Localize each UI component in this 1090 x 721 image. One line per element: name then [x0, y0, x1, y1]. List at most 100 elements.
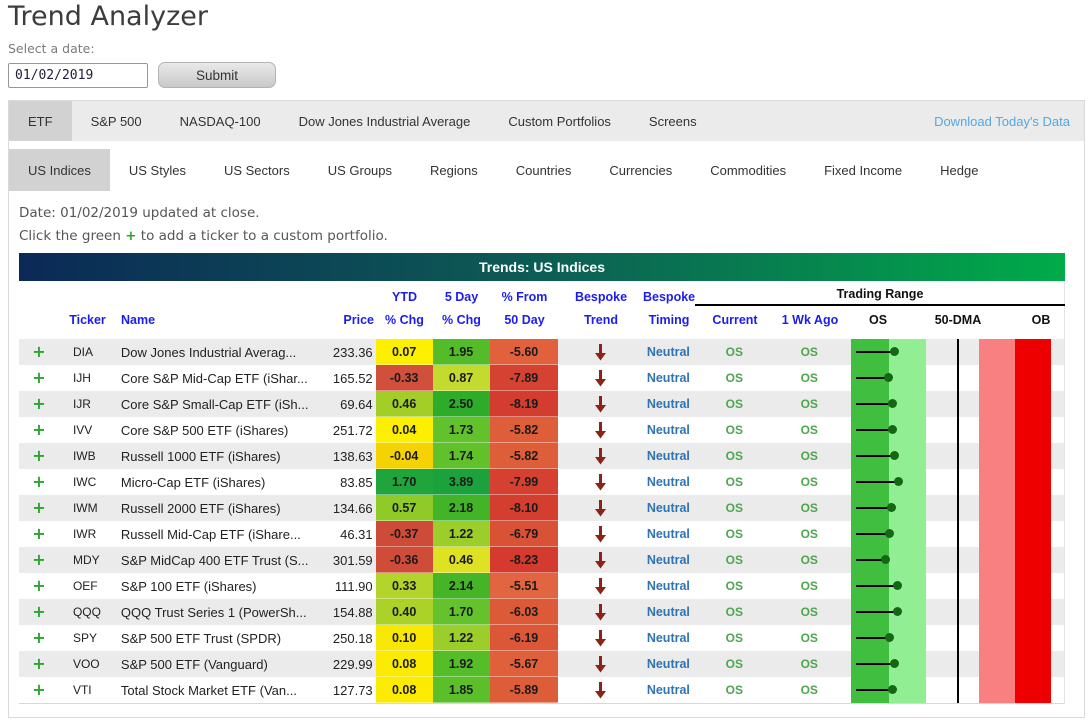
tab-regions[interactable]: Regions: [411, 149, 497, 191]
down-arrow-icon: [594, 577, 607, 595]
add-ticker-plus-icon[interactable]: +: [32, 474, 45, 490]
name-cell: Micro-Cap ETF (iShares): [120, 474, 266, 490]
tab-countries[interactable]: Countries: [497, 149, 591, 191]
oversold-light-band: [889, 365, 927, 391]
col-header-timing: Timing: [648, 313, 690, 327]
price-cell: 251.72: [332, 422, 373, 438]
bespoke-trend-cell: [558, 651, 642, 677]
oversold-light-band: [889, 547, 927, 573]
range-whisker: [856, 585, 898, 587]
tab-us-sectors[interactable]: US Sectors: [205, 149, 309, 191]
ytd-chg-cell: 1.70: [375, 469, 433, 495]
price-cell: 233.36: [332, 344, 373, 360]
overbought-red-band: [1015, 339, 1052, 365]
ytd-chg-cell: 0.33: [375, 573, 433, 599]
bespoke-trend-cell: [558, 495, 642, 521]
five-day-chg-cell: 3.89: [432, 469, 490, 495]
add-ticker-plus-icon[interactable]: +: [32, 396, 45, 412]
trading-range-chart: [851, 625, 1052, 651]
down-arrow-icon: [594, 629, 607, 647]
overbought-red-band: [1015, 625, 1052, 651]
hint-plus-icon: +: [125, 228, 137, 244]
trading-range-chart: [851, 417, 1052, 443]
ytd-chg-cell: 0.07: [375, 339, 433, 365]
trading-range-cell: [844, 495, 1064, 521]
current-price-dot: [887, 684, 897, 694]
col-header-os: OS: [868, 313, 888, 327]
pct-from-50day-cell: -6.03: [489, 599, 559, 625]
bespoke-timing-cell: Neutral: [646, 371, 690, 385]
add-ticker-plus-icon[interactable]: +: [32, 656, 45, 672]
five-day-chg-cell: 0.87: [432, 365, 490, 391]
overbought-light-band: [979, 651, 1016, 677]
add-ticker-plus-icon[interactable]: +: [32, 370, 45, 386]
overbought-red-band: [1015, 547, 1052, 573]
bespoke-trend-cell: [558, 391, 642, 417]
tab-s-p-500[interactable]: S&P 500: [72, 101, 161, 141]
dma-line: [957, 651, 960, 677]
down-arrow-icon: [594, 499, 607, 517]
ticker-cell: MDY: [72, 553, 100, 567]
col-header-50day: 50 Day: [504, 313, 545, 327]
overbought-light-band: [979, 599, 1016, 625]
overbought-light-band: [979, 469, 1016, 495]
tab-fixed-income[interactable]: Fixed Income: [805, 149, 921, 191]
range-whisker: [856, 663, 895, 665]
pct-from-50day-cell: -5.82: [489, 417, 559, 443]
overbought-red-band: [1015, 469, 1052, 495]
current-range-cell: OS: [725, 631, 743, 645]
five-day-chg-cell: 1.92: [432, 651, 490, 677]
table-header: Ticker Name Price YTD % Chg 5 Day % Chg …: [19, 281, 1065, 339]
trading-range-cell: [844, 391, 1064, 417]
tab-nasdaq-100[interactable]: NASDAQ-100: [161, 101, 280, 141]
download-todays-data-link[interactable]: Download Today's Data: [934, 114, 1084, 129]
date-input[interactable]: [8, 62, 148, 88]
ticker-cell: IWC: [72, 475, 97, 489]
tab-currencies[interactable]: Currencies: [590, 149, 691, 191]
dma-line: [957, 339, 960, 365]
week-ago-range-cell: OS: [800, 527, 818, 541]
five-day-chg-cell: 1.70: [432, 599, 490, 625]
overbought-red-band: [1015, 417, 1052, 443]
bespoke-timing-cell: Neutral: [646, 423, 690, 437]
table-grid: Ticker Name Price YTD % Chg 5 Day % Chg …: [19, 281, 1065, 704]
tab-etf[interactable]: ETF: [9, 101, 72, 141]
tab-us-styles[interactable]: US Styles: [110, 149, 205, 191]
tab-dow-jones-industrial-average[interactable]: Dow Jones Industrial Average: [280, 101, 490, 141]
add-ticker-plus-icon[interactable]: +: [32, 578, 45, 594]
add-ticker-plus-icon[interactable]: +: [32, 552, 45, 568]
add-ticker-plus-icon[interactable]: +: [32, 526, 45, 542]
add-ticker-plus-icon[interactable]: +: [32, 344, 45, 360]
pct-from-50day-cell: -7.89: [489, 365, 559, 391]
col-header-current: Current: [712, 313, 758, 327]
add-ticker-plus-icon[interactable]: +: [32, 630, 45, 646]
overbought-red-band: [1015, 443, 1052, 469]
add-ticker-plus-icon[interactable]: +: [32, 500, 45, 516]
tab-commodities[interactable]: Commodities: [691, 149, 805, 191]
bespoke-timing-cell: Neutral: [646, 475, 690, 489]
tab-us-groups[interactable]: US Groups: [309, 149, 411, 191]
current-range-cell: OS: [725, 605, 743, 619]
bespoke-trend-cell: [558, 339, 642, 365]
tab-custom-portfolios[interactable]: Custom Portfolios: [489, 101, 630, 141]
trading-range-cell: [844, 651, 1064, 677]
bespoke-trend-cell: [558, 443, 642, 469]
week-ago-range-cell: OS: [800, 683, 818, 697]
five-day-chg-cell: 1.95: [432, 339, 490, 365]
range-whisker: [856, 689, 893, 691]
pct-from-50day-cell: -5.89: [489, 677, 559, 703]
add-ticker-plus-icon[interactable]: +: [32, 448, 45, 464]
add-ticker-plus-icon[interactable]: +: [32, 422, 45, 438]
tab-hedge[interactable]: Hedge: [921, 149, 997, 191]
table-title-bar: Trends: US Indices: [19, 253, 1065, 281]
tab-us-indices[interactable]: US Indices: [9, 149, 110, 191]
current-range-cell: OS: [725, 657, 743, 671]
ytd-chg-cell: 0.08: [375, 677, 433, 703]
tab-screens[interactable]: Screens: [630, 101, 716, 141]
add-ticker-plus-icon[interactable]: +: [32, 682, 45, 698]
ytd-chg-cell: -0.04: [375, 443, 433, 469]
add-ticker-plus-icon[interactable]: +: [32, 604, 45, 620]
week-ago-range-cell: OS: [800, 345, 818, 359]
submit-button[interactable]: Submit: [158, 62, 276, 88]
overbought-red-band: [1015, 495, 1052, 521]
